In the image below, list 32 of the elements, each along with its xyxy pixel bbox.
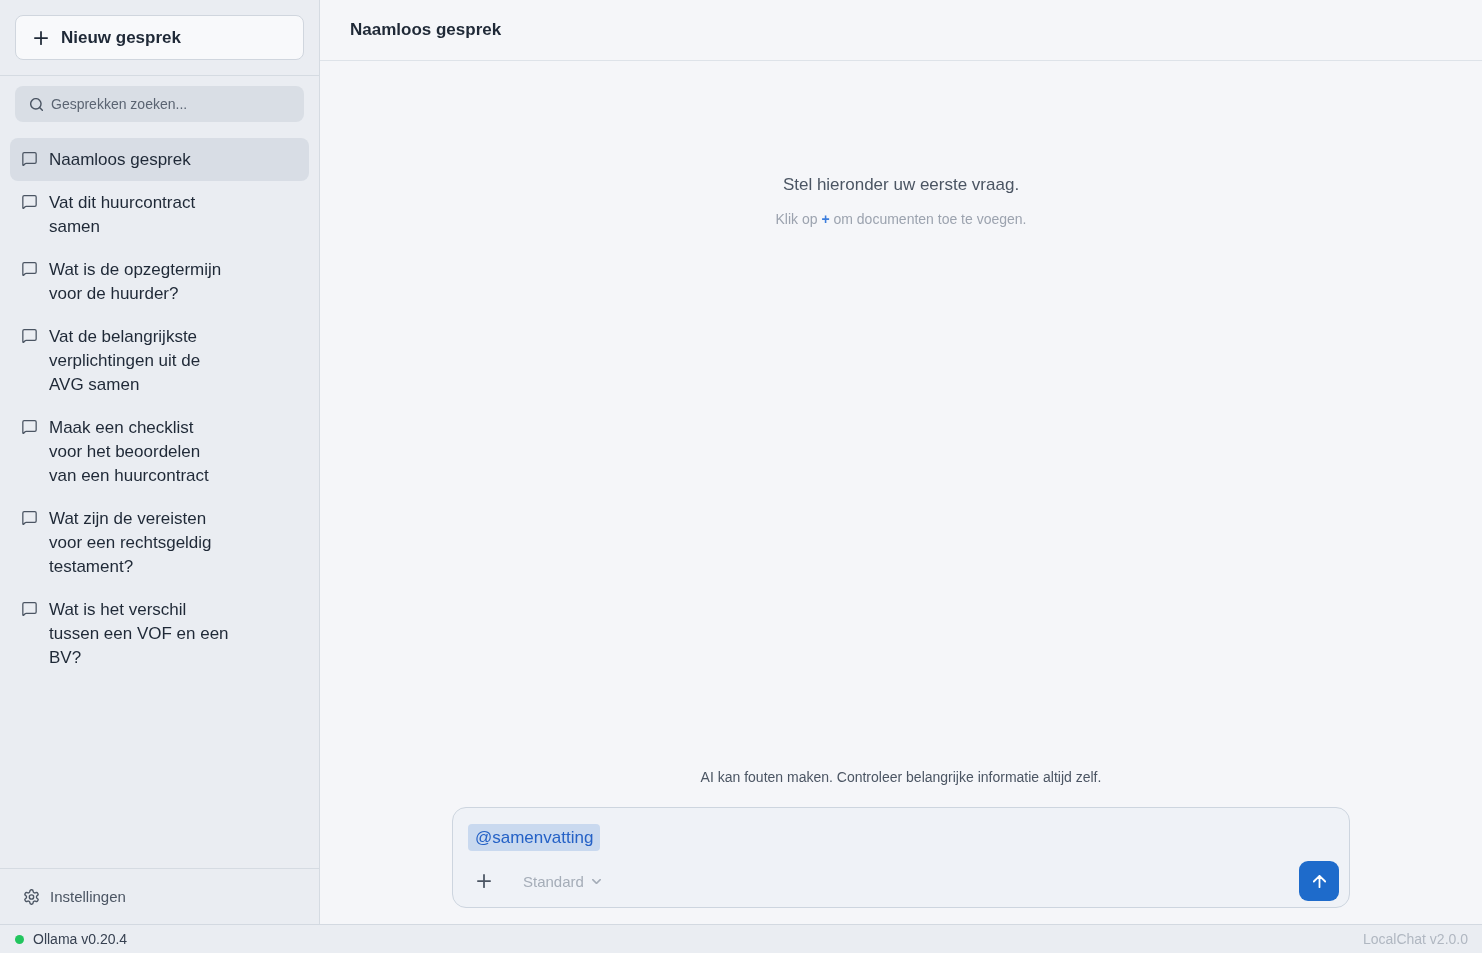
send-button[interactable] — [1299, 861, 1339, 901]
app-version: LocalChat v2.0.0 — [1362, 931, 1468, 947]
backend-version: Ollama v0.20.4 — [33, 931, 128, 947]
chat-title: Naamloos gesprek — [350, 20, 502, 40]
chat-bubble-icon — [22, 602, 37, 616]
mention-tag: @samenvatting — [468, 824, 601, 851]
chat-bubble-icon — [22, 420, 37, 434]
disclaimer-text: AI kan fouten maken. Controleer belangrijke informatie altijd zelf. — [700, 768, 1102, 787]
conversation-item[interactable]: Wat is het verschil tussen een VOF en een BV? — [10, 588, 309, 679]
search-field[interactable]: Gesprekken zoeken... — [15, 86, 304, 122]
chat-bubble-icon — [22, 511, 37, 525]
settings-button[interactable]: Instellingen — [14, 884, 136, 909]
search-icon — [30, 98, 43, 111]
chevron-down-icon — [591, 878, 601, 884]
conversation-item[interactable]: Maak een checklist voor het beoordelen van een huurcontract — [10, 406, 309, 497]
conversation-item[interactable]: Vat de belangrijkste verplichtingen uit de AVG samen — [10, 315, 309, 406]
chat-bubble-icon — [22, 262, 37, 276]
chat-bubble-icon — [22, 329, 37, 343]
new-chat-button[interactable]: Nieuw gesprek — [15, 15, 304, 60]
settings-icon — [24, 888, 39, 905]
plus-icon — [34, 30, 48, 45]
conversation-item[interactable]: Vat dit huurcontract samen — [10, 181, 309, 248]
conversation-item[interactable]: Naamloos gesprek — [10, 138, 309, 181]
empty-state-hint: Klik op + om documenten toe te voegen. — [775, 210, 1027, 229]
chat-bubble-icon — [22, 195, 37, 209]
conversation-item[interactable]: Wat zijn de vereisten voor een rechtsgeldig testament? — [10, 497, 309, 588]
empty-state-prompt: Stel hieronder uw eerste vraag. — [782, 174, 1020, 196]
conversation-item[interactable]: Wat is de opzegtermijn voor de huurder? — [10, 248, 309, 315]
plus-icon — [477, 874, 491, 888]
chat-bubble-icon — [22, 152, 37, 166]
message-input[interactable]: @samenvatting — [468, 824, 1339, 851]
arrow-up-icon — [1312, 874, 1326, 888]
